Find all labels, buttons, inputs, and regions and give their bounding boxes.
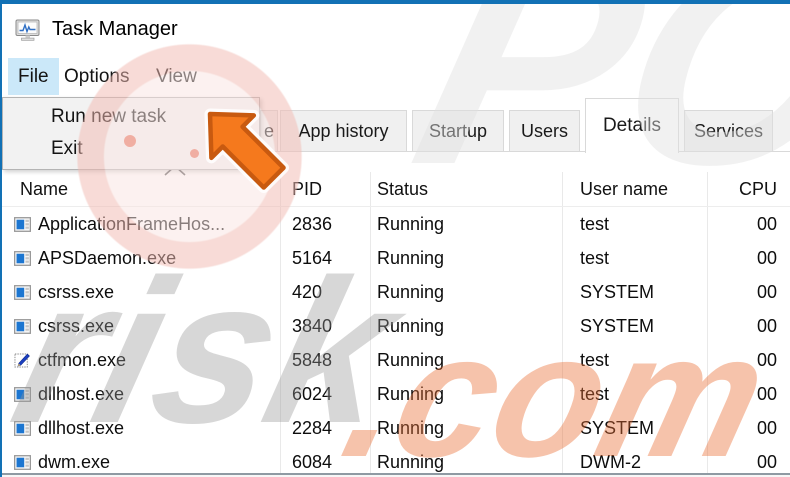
- process-user: test: [580, 349, 610, 370]
- process-name: csrss.exe: [38, 281, 115, 302]
- process-pid: 3840: [292, 315, 333, 336]
- menu-file[interactable]: File: [8, 58, 59, 95]
- orange-arrow-cursor: [204, 108, 290, 194]
- column-header-user-name[interactable]: User name: [562, 179, 707, 200]
- process-cpu: 00: [756, 451, 777, 472]
- window-icon: [14, 284, 31, 301]
- process-status: Running: [377, 349, 445, 370]
- table-row[interactable]: csrss.exe 420 Running SYSTEM 00: [2, 275, 790, 309]
- task-manager-icon: [15, 16, 43, 44]
- table-row[interactable]: ctfmon.exe 5848 Running test 00: [2, 343, 790, 377]
- process-pid: 5164: [292, 247, 333, 268]
- horizontal-scrollbar[interactable]: [2, 473, 790, 477]
- process-table: Name PID Status User name CPU Applicatio…: [2, 164, 790, 477]
- process-name: dwm.exe: [38, 451, 111, 472]
- window-icon: [14, 386, 31, 403]
- process-status: Running: [377, 247, 445, 268]
- process-pid: 420: [292, 281, 323, 302]
- process-status: Running: [377, 383, 445, 404]
- process-name: APSDaemon.exe: [38, 247, 177, 268]
- window-icon: [14, 250, 31, 267]
- window-icon: [14, 420, 31, 437]
- process-name: dllhost.exe: [38, 383, 125, 404]
- process-pid: 6084: [292, 451, 333, 472]
- process-status: Running: [377, 213, 445, 234]
- table-rows: ApplicationFrameHos... 2836 Running test…: [2, 207, 790, 477]
- tab-startup[interactable]: Startup: [412, 110, 504, 152]
- process-status: Running: [377, 451, 445, 472]
- process-cpu: 00: [756, 315, 777, 336]
- menu-options[interactable]: Options: [54, 58, 139, 95]
- table-row[interactable]: dllhost.exe 2284 Running SYSTEM 00: [2, 411, 790, 445]
- process-name: ctfmon.exe: [38, 349, 127, 370]
- process-cpu: 00: [756, 349, 777, 370]
- process-user: SYSTEM: [580, 281, 655, 302]
- window-icon: [14, 216, 31, 233]
- process-user: test: [580, 247, 610, 268]
- tab-services[interactable]: Services: [684, 110, 773, 152]
- task-manager-window: Task Manager File Options View e App his…: [0, 0, 790, 477]
- process-cpu: 00: [756, 213, 777, 234]
- process-status: Running: [377, 417, 445, 438]
- title-bar: Task Manager: [2, 4, 790, 58]
- menu-bar: File Options View: [2, 58, 790, 95]
- process-cpu: 00: [756, 383, 777, 404]
- process-pid: 5848: [292, 349, 333, 370]
- process-name: dllhost.exe: [38, 417, 125, 438]
- process-status: Running: [377, 315, 445, 336]
- process-user: SYSTEM: [580, 315, 655, 336]
- process-pid: 2284: [292, 417, 333, 438]
- tab-users[interactable]: Users: [509, 110, 580, 152]
- process-cpu: 00: [756, 417, 777, 438]
- process-user: SYSTEM: [580, 417, 655, 438]
- column-header-cpu[interactable]: CPU: [707, 179, 790, 200]
- window-icon: [14, 454, 31, 471]
- process-cpu: 00: [756, 247, 777, 268]
- table-header: Name PID Status User name CPU: [2, 164, 790, 207]
- table-row[interactable]: ApplicationFrameHos... 2836 Running test…: [2, 207, 790, 241]
- process-user: test: [580, 383, 610, 404]
- table-row[interactable]: csrss.exe 3840 Running SYSTEM 00: [2, 309, 790, 343]
- process-name: csrss.exe: [38, 315, 115, 336]
- pen-icon: [14, 352, 31, 369]
- process-status: Running: [377, 281, 445, 302]
- process-user: test: [580, 213, 610, 234]
- process-cpu: 00: [756, 281, 777, 302]
- window-title: Task Manager: [52, 18, 178, 40]
- table-row[interactable]: dllhost.exe 6024 Running test 00: [2, 377, 790, 411]
- tab-details[interactable]: Details: [585, 98, 679, 153]
- column-header-status[interactable]: Status: [370, 179, 562, 200]
- process-user: DWM-2: [580, 451, 641, 472]
- window-icon: [14, 318, 31, 335]
- process-pid: 6024: [292, 383, 333, 404]
- table-row[interactable]: APSDaemon.exe 5164 Running test 00: [2, 241, 790, 275]
